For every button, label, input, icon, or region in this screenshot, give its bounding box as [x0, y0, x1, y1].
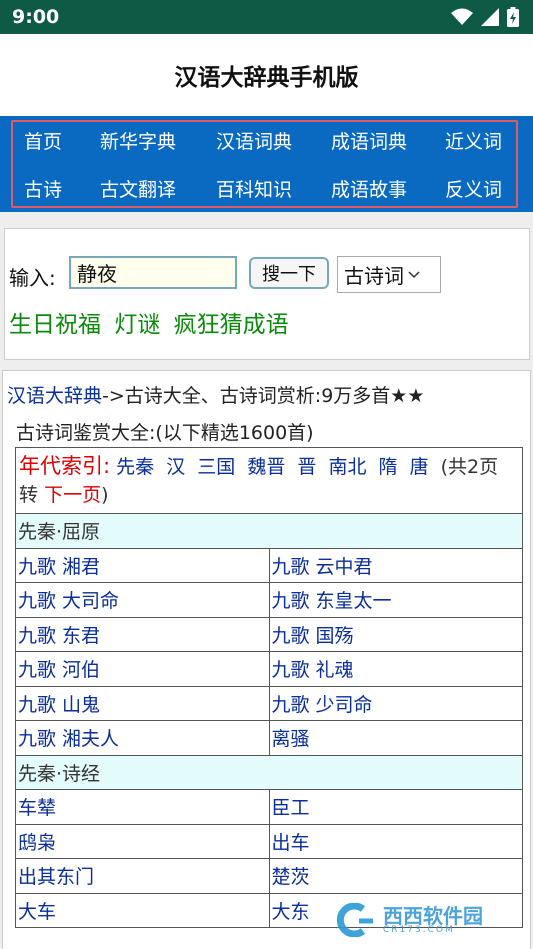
- era-index-label: 年代索引:: [19, 454, 111, 478]
- wifi-icon: [451, 8, 473, 25]
- era-index: 年代索引: 先秦 汉 三国 魏晋 晋 南北 隋 唐 (共2页 转 下一页): [15, 447, 523, 514]
- section-header: 先秦·诗经: [15, 754, 523, 790]
- poem-link[interactable]: 臣工: [272, 797, 310, 819]
- poem-table: 年代索引: 先秦 汉 三国 魏晋 晋 南北 隋 唐 (共2页 转 下一页) 先秦…: [15, 447, 523, 928]
- status-bar: 9:00: [0, 0, 533, 34]
- search-type-value: 古诗词: [344, 264, 404, 288]
- link-birthday-wishes[interactable]: 生日祝福: [9, 312, 101, 338]
- poem-link[interactable]: 九歌 国殇: [272, 625, 354, 647]
- breadcrumb-text: ->古诗大全、古诗词赏析:9万多首★★: [102, 385, 425, 407]
- search-type-select[interactable]: 古诗词: [337, 256, 441, 293]
- cr-logo-icon: [336, 903, 373, 937]
- watermark-logo-text: 西西: [383, 903, 423, 928]
- table-row: 九歌 河伯 九歌 礼魂: [15, 651, 523, 687]
- nav-classical-translation[interactable]: 古文翻译: [100, 175, 176, 202]
- nav-ancient-poems[interactable]: 古诗: [24, 175, 62, 202]
- nav-antonyms[interactable]: 反义词: [445, 175, 502, 202]
- poem-link[interactable]: 九歌 东皇太一: [272, 590, 392, 612]
- poem-link[interactable]: 九歌 河伯: [18, 659, 100, 681]
- quick-links: 生日祝福 灯谜 疯狂猜成语: [9, 305, 295, 339]
- watermark-domain: CR173.COM: [383, 924, 455, 935]
- table-row: 车辇 臣工: [15, 789, 523, 825]
- nav-bar: 首页 新华字典 汉语词典 成语词典 近义词 古诗 古文翻译 百科知识 成语故事 …: [0, 116, 533, 212]
- page-title: 汉语大辞典手机版: [174, 65, 359, 91]
- era-link-nanbei[interactable]: 南北: [328, 456, 366, 478]
- era-link-jin[interactable]: 晋: [297, 456, 316, 478]
- poem-link[interactable]: 九歌 山鬼: [18, 694, 100, 716]
- poem-link[interactable]: 出其东门: [18, 866, 94, 888]
- table-row: 九歌 湘君 九歌 云中君: [15, 547, 523, 583]
- watermark-site: 软件园: [423, 903, 483, 928]
- app-title-bar: 汉语大辞典手机版: [0, 34, 533, 116]
- link-riddles[interactable]: 灯谜: [114, 312, 160, 338]
- poem-link[interactable]: 九歌 大司命: [18, 590, 119, 612]
- table-row: 九歌 山鬼 九歌 少司命: [15, 685, 523, 721]
- table-row: 九歌 东君 九歌 国殇: [15, 616, 523, 652]
- poem-link[interactable]: 九歌 东君: [18, 625, 100, 647]
- poem-link[interactable]: 大东: [272, 901, 310, 923]
- poem-link[interactable]: 楚茨: [272, 866, 310, 888]
- nav-idiom-dictionary[interactable]: 成语词典: [331, 127, 407, 154]
- breadcrumb-home-link[interactable]: 汉语大辞典: [7, 385, 102, 407]
- era-link-sui[interactable]: 隋: [379, 456, 398, 478]
- search-panel: 输入: 搜一下 古诗词 生日祝福 灯谜 疯狂猜成语: [4, 228, 530, 360]
- status-time: 9:00: [12, 6, 60, 28]
- poem-link[interactable]: 九歌 少司命: [272, 694, 373, 716]
- status-icons: [451, 7, 519, 27]
- main-content: 汉语大辞典->古诗大全、古诗词赏析:9万多首★★ 古诗词鉴赏大全:(以下精选16…: [2, 370, 531, 949]
- chevron-down-icon: [408, 270, 420, 278]
- nav-home[interactable]: 首页: [24, 127, 62, 154]
- page-count-close: ): [101, 484, 109, 506]
- watermark-logo: 西西软件园 CR173.COM: [333, 900, 523, 940]
- table-row: 出其东门 楚茨: [15, 858, 523, 894]
- table-row: 九歌 大司命 九歌 东皇太一: [15, 582, 523, 618]
- poem-link[interactable]: 大车: [18, 901, 56, 923]
- battery-icon: [507, 7, 519, 27]
- poem-link[interactable]: 离骚: [272, 728, 310, 750]
- link-guess-idioms[interactable]: 疯狂猜成语: [174, 312, 289, 338]
- nav-xinhua-dictionary[interactable]: 新华字典: [100, 127, 176, 154]
- poem-link[interactable]: 九歌 云中君: [272, 556, 373, 578]
- poem-link[interactable]: 车辇: [18, 797, 56, 819]
- era-link-xianqin[interactable]: 先秦: [116, 456, 154, 478]
- nav-idiom-stories[interactable]: 成语故事: [331, 175, 407, 202]
- era-link-tang[interactable]: 唐: [410, 456, 429, 478]
- next-page-link[interactable]: 下一页: [44, 484, 101, 506]
- section-header: 先秦·屈原: [15, 513, 523, 549]
- table-row: 九歌 湘夫人 离骚: [15, 720, 523, 756]
- section-subtitle: 古诗词鉴赏大全:(以下精选1600首): [16, 422, 314, 444]
- table-row: 鸱枭 出车: [15, 823, 523, 859]
- era-link-weijin[interactable]: 魏晋: [247, 456, 285, 478]
- poem-link[interactable]: 九歌 湘夫人: [18, 728, 119, 750]
- search-label: 输入:: [9, 266, 56, 290]
- search-input[interactable]: [69, 256, 237, 289]
- search-button[interactable]: 搜一下: [249, 257, 329, 289]
- nav-encyclopedia[interactable]: 百科知识: [216, 175, 292, 202]
- era-link-han[interactable]: 汉: [166, 456, 185, 478]
- poem-link[interactable]: 九歌 礼魂: [272, 659, 354, 681]
- nav-chinese-dictionary[interactable]: 汉语词典: [216, 127, 292, 154]
- poem-link[interactable]: 出车: [272, 832, 310, 854]
- signal-icon: [481, 8, 499, 26]
- poem-link[interactable]: 鸱枭: [18, 832, 56, 854]
- breadcrumb: 汉语大辞典->古诗大全、古诗词赏析:9万多首★★: [7, 381, 424, 408]
- poem-link[interactable]: 九歌 湘君: [18, 556, 100, 578]
- nav-synonyms[interactable]: 近义词: [445, 127, 502, 154]
- era-link-sanguo[interactable]: 三国: [197, 456, 235, 478]
